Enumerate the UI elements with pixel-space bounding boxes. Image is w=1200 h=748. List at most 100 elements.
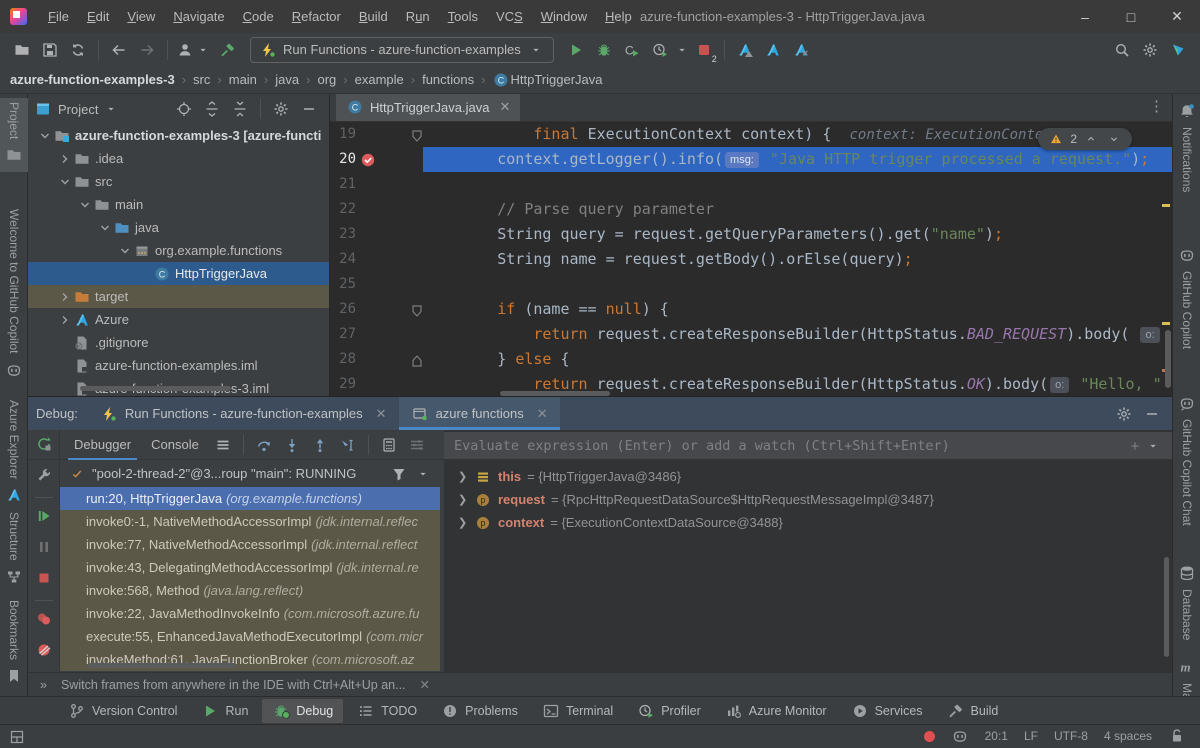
breadcrumb-item[interactable]: functions [422,72,474,87]
menu-item-run[interactable]: Run [397,9,439,24]
save-all-button[interactable] [36,37,64,63]
renderers-button[interactable] [403,432,431,458]
stack-frame[interactable]: run:20, HttpTriggerJava (org.example.fun… [60,487,440,510]
caret-position[interactable]: 20:1 [985,729,1008,743]
run-configuration-select[interactable]: Run Functions - azure-function-examples [250,37,554,63]
minimize-button[interactable]: – [1062,0,1108,33]
fold-marker-icon[interactable] [410,351,424,365]
fold-marker-icon[interactable] [410,126,424,140]
tool-stripe-database[interactable]: Database [1173,560,1200,660]
tree-item-azure[interactable]: Azure [28,308,329,331]
menu-item-tools[interactable]: Tools [439,9,487,24]
view-breakpoints-button[interactable] [35,610,53,632]
run-with-coverage-button[interactable]: C [618,37,646,63]
tree-item-main[interactable]: main [28,193,329,216]
expand-icon[interactable]: ❯ [458,470,468,483]
menu-item-build[interactable]: Build [350,9,397,24]
maximize-button[interactable]: □ [1108,0,1154,33]
tool-window-switcher-icon[interactable] [8,728,26,746]
tool-stripe-structure[interactable]: Structure [0,508,28,598]
hide-panel-button[interactable] [295,96,323,122]
tab-close-icon[interactable]: ✕ [499,99,510,115]
project-panel-title[interactable]: Project [58,102,98,117]
file-encoding[interactable]: UTF-8 [1054,729,1088,743]
tree-item-.gitignore[interactable]: .gitignore [28,331,329,354]
sync-button[interactable] [64,37,92,63]
code-area[interactable]: 19 final ExecutionContext context) { con… [330,122,1172,396]
readonly-lock-icon[interactable] [1168,727,1186,745]
stack-frame[interactable]: invoke0:-1, NativeMethodAccessorImpl (jd… [60,510,440,533]
stack-frame[interactable]: invoke:77, NativeMethodAccessorImpl (jdk… [60,533,440,556]
expand-icon[interactable]: ❯ [458,516,468,529]
panel-options-button[interactable] [267,96,295,122]
expand-all-button[interactable] [198,96,226,122]
tool-stripe-azure-explorer[interactable]: Azure Explorer [0,396,28,516]
tree-item-src[interactable]: src [28,170,329,193]
azure-deploy-button[interactable] [731,37,759,63]
menu-item-code[interactable]: Code [234,9,283,24]
evaluate-expression-input[interactable]: Evaluate expression (Enter) or add a wat… [444,432,1172,459]
thread-selector[interactable]: "pool-2-thread-2"@3...roup "main": RUNNI… [60,460,440,487]
breadcrumb-item[interactable]: org [317,72,336,87]
expand-icon[interactable]: ❯ [458,493,468,506]
editor-tab[interactable]: CHttpTriggerJava.java✕ [336,94,520,121]
debug-view-tab-console[interactable]: Console [141,430,209,460]
profile-button[interactable] [646,37,674,63]
code-with-me-button[interactable] [174,37,214,63]
pause-button[interactable] [35,538,53,560]
tree-item-azure-function-examples.iml[interactable]: azure-function-examples.iml [28,354,329,377]
step-over-button[interactable] [250,432,278,458]
project-hscrollbar[interactable] [80,386,230,391]
tree-item-org.example.functions[interactable]: org.example.functions [28,239,329,262]
search-everywhere-button[interactable] [1108,37,1136,63]
banner-close-icon[interactable]: ✕ [420,677,430,692]
step-out-button[interactable] [306,432,334,458]
menu-item-edit[interactable]: Edit [78,9,118,24]
run-button[interactable] [562,37,590,63]
variables-vscrollbar[interactable] [1164,557,1169,657]
tab-close-icon[interactable]: ✕ [376,406,387,422]
tool-stripe-notifications[interactable]: Notifications [1173,98,1200,218]
variable-row-request[interactable]: ❯prequest = {RpcHttpRequestDataSource$Ht… [444,488,1172,511]
tool-stripe-github-copilot[interactable]: GitHub Copilot [1173,242,1200,368]
debug-tab-azure-functions[interactable]: azure functions✕ [399,397,560,430]
build-button[interactable] [214,37,242,63]
resume-button[interactable] [35,507,53,529]
breadcrumb-item[interactable]: main [229,72,257,87]
menu-item-window[interactable]: Window [532,9,596,24]
tool-window-button-run[interactable]: Run [191,699,258,723]
fold-marker-icon[interactable] [410,301,424,315]
tab-close-icon[interactable]: ✕ [537,406,548,422]
tree-item-httptriggerjava[interactable]: CHttpTriggerJava [28,262,329,285]
tool-window-button-services[interactable]: Services [841,699,933,723]
inspection-widget[interactable]: 2 [1038,128,1132,150]
stop-process-button[interactable] [35,569,53,591]
locate-file-button[interactable] [170,96,198,122]
debug-tab-run-functions---azure-function-examples[interactable]: Run Functions - azure-function-examples✕ [88,397,399,430]
tool-window-button-build[interactable]: Build [937,699,1009,723]
plugin-button[interactable] [1164,37,1192,63]
modify-run-config-button[interactable] [35,466,53,488]
back-button[interactable] [105,37,133,63]
menu-item-refactor[interactable]: Refactor [283,9,350,24]
frames-hscrollbar[interactable] [88,663,236,668]
tool-window-button-terminal[interactable]: Terminal [532,699,623,723]
step-into-button[interactable] [278,432,306,458]
line-separator[interactable]: LF [1024,729,1038,743]
tree-item-java[interactable]: java [28,216,329,239]
breadcrumb-item[interactable]: src [193,72,210,87]
banner-expand-icon[interactable]: » [40,678,47,692]
editor-options-icon[interactable]: ⋮ [1149,97,1164,115]
breadcrumb-item[interactable]: example [355,72,404,87]
close-button[interactable]: ✕ [1154,0,1200,33]
prev-problem-icon[interactable] [1082,130,1100,148]
tool-window-button-version-control[interactable]: Version Control [58,699,187,723]
tool-stripe-project[interactable]: Project [0,98,28,172]
forward-button[interactable] [133,37,161,63]
settings-button[interactable] [1136,37,1164,63]
tree-item-azure-function-examples-3[interactable]: azure-function-examples-3 [azure-functi [28,124,329,147]
tool-window-button-todo[interactable]: TODO [347,699,427,723]
menu-item-navigate[interactable]: Navigate [164,9,233,24]
breadcrumb-item[interactable]: azure-function-examples-3 [10,72,175,87]
frames-menu-button[interactable] [209,432,237,458]
